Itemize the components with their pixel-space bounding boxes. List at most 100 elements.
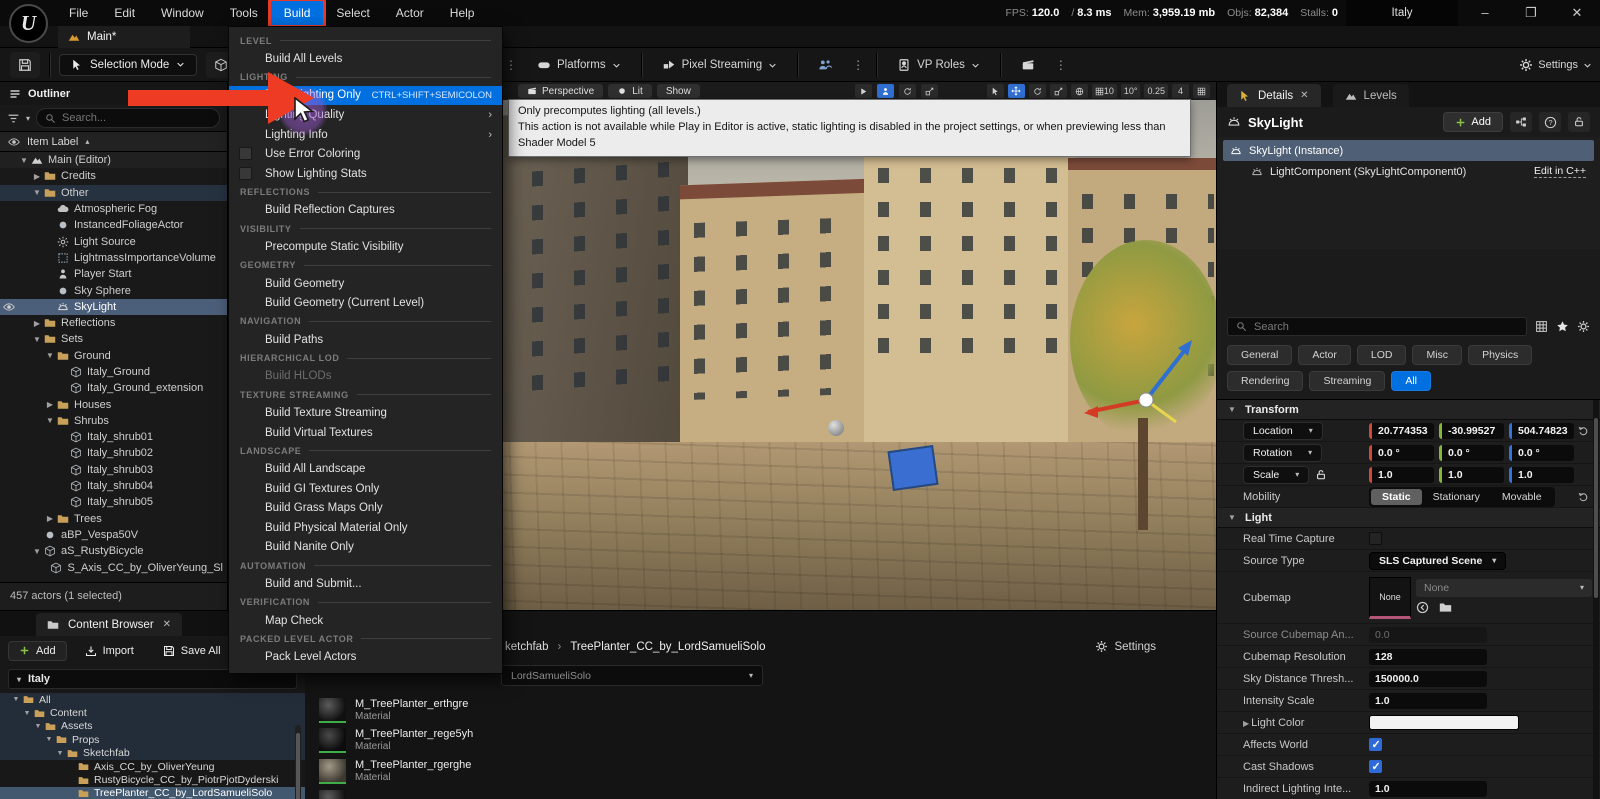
maximize-button[interactable]: ❐ — [1508, 0, 1554, 26]
outliner-row-lightmassimportancevolume[interactable]: LightmassImportanceVolume — [0, 250, 227, 266]
expander-icon[interactable]: ▼ — [10, 696, 22, 703]
selection-mode-dropdown[interactable]: Selection Mode — [59, 54, 197, 76]
menu-item-build-virtual-textures[interactable]: Build Virtual Textures — [229, 423, 502, 443]
axis-input[interactable]: 0.0 ° — [1439, 445, 1504, 461]
menu-item-build-reflection-captures[interactable]: Build Reflection Captures — [229, 201, 502, 221]
menu-item-build-and-submit-[interactable]: Build and Submit... — [229, 574, 502, 594]
outliner-row-main-editor-[interactable]: ▼Main (Editor) — [0, 152, 227, 168]
outliner-column-header[interactable]: Item Label ▴ — [0, 131, 227, 152]
asset-row-m_treeplanter_rgerghe[interactable]: M_TreePlanter_rgergheMaterial — [319, 756, 1216, 787]
source-type-dropdown[interactable]: SLS Captured Scene▾ — [1369, 552, 1506, 570]
outliner-row-credits[interactable]: ▶Credits — [0, 168, 227, 184]
number-input[interactable]: 150000.0 — [1369, 671, 1487, 687]
vp-roles-dropdown[interactable]: VP Roles — [889, 54, 988, 76]
import-button[interactable]: Import — [74, 641, 145, 661]
component-row-skylight-instance[interactable]: SkyLight (Instance) — [1223, 140, 1594, 161]
expander-icon[interactable]: ▶ — [31, 172, 43, 181]
outliner-row-italy-shrub01[interactable]: Italy_shrub01 — [0, 429, 227, 445]
outliner-row-trees[interactable]: ▶Trees — [0, 511, 227, 527]
outliner-search-input[interactable]: Search... — [36, 108, 220, 128]
outliner-row-italy-ground[interactable]: Italy_Ground — [0, 364, 227, 380]
rotate-tool-button[interactable] — [1029, 84, 1046, 98]
filter-chip-streaming[interactable]: Streaming — [1309, 371, 1385, 391]
save-button[interactable] — [10, 52, 40, 78]
kebab-icon[interactable]: ⋮ — [505, 60, 517, 70]
scrollbar[interactable] — [1593, 400, 1599, 799]
filter-chip-all[interactable]: All — [1391, 371, 1431, 391]
axis-input[interactable]: 20.774353 — [1369, 423, 1434, 439]
edit-in-cpp-link[interactable]: Edit in C++ — [1534, 165, 1586, 178]
scrollbar[interactable] — [295, 725, 301, 799]
outliner-row-sky-sphere[interactable]: Sky Sphere — [0, 282, 227, 298]
transform-gizmo[interactable] — [1084, 338, 1216, 438]
filter-chip-rendering[interactable]: Rendering — [1227, 371, 1303, 391]
menu-item-edit[interactable]: Edit — [101, 1, 148, 25]
grid-snap-button[interactable]: 10 — [1092, 84, 1117, 98]
asset-row-m_treeplanter_erthgre[interactable]: M_TreePlanter_erthgreMaterial — [319, 695, 1216, 726]
light-color-swatch[interactable] — [1369, 715, 1519, 730]
axis-input[interactable]: 0.0 ° — [1369, 445, 1434, 461]
menu-item-map-check[interactable]: Map Check — [229, 611, 502, 631]
revert-button[interactable] — [1574, 491, 1592, 502]
checkbox[interactable] — [1369, 532, 1382, 545]
expander-icon[interactable]: ▼ — [31, 547, 43, 556]
outliner-row-player-start[interactable]: Player Start — [0, 266, 227, 282]
menu-item-build-nanite-only[interactable]: Build Nanite Only — [229, 538, 502, 558]
maximize-viewport-button[interactable] — [1193, 84, 1210, 98]
asset-row-m_treeplanter_rege5yh[interactable]: M_TreePlanter_rege5yhMaterial — [319, 726, 1216, 757]
source-tree-row-treeplanter-cc-by-lordsamuelisolo[interactable]: TreePlanter_CC_by_LordSamueliSolo — [0, 787, 305, 799]
number-input[interactable]: 128 — [1369, 649, 1487, 665]
tab-details[interactable]: Details ✕ — [1227, 84, 1321, 107]
checkbox[interactable] — [239, 167, 252, 180]
outliner-row-italy-shrub03[interactable]: Italy_shrub03 — [0, 462, 227, 478]
source-tree-row-content[interactable]: ▼Content — [0, 706, 305, 719]
number-input[interactable]: 1.0 — [1369, 693, 1487, 709]
expander-icon[interactable]: ▼ — [31, 335, 43, 344]
axis-input[interactable]: -30.99527 — [1439, 423, 1504, 439]
expander-icon[interactable]: ▼ — [44, 416, 56, 425]
outliner-row-italy-shrub02[interactable]: Italy_shrub02 — [0, 445, 227, 461]
menu-item-build-all-landscape[interactable]: Build All Landscape — [229, 459, 502, 479]
menu-item-use-error-coloring[interactable]: Use Error Coloring — [229, 144, 502, 164]
move-tool-button[interactable] — [1008, 84, 1025, 98]
outliner-row-skylight[interactable]: SkyLight — [0, 299, 227, 315]
filter-chip-general[interactable]: General — [1227, 345, 1292, 365]
show-dropdown[interactable]: Show — [657, 84, 700, 98]
breadcrumb-current[interactable]: TreePlanter_CC_by_LordSamueliSolo — [570, 641, 765, 653]
expander-icon[interactable]: ▼ — [31, 188, 43, 197]
content-browser-tab[interactable]: Content Browser ✕ — [36, 613, 182, 636]
checkbox[interactable] — [1369, 738, 1382, 751]
menu-item-pack-level-actors[interactable]: Pack Level Actors — [229, 647, 502, 667]
select-tool-button[interactable] — [987, 84, 1004, 98]
outliner-row-italy-shrub04[interactable]: Italy_shrub04 — [0, 478, 227, 494]
menu-item-file[interactable]: File — [56, 1, 101, 25]
source-tree-row-rustybicycle-cc-by-piotrpjotdyderski[interactable]: RustyBicycle_CC_by_PiotrPjotDyderski — [0, 773, 305, 786]
menu-item-build-geometry-current-level-[interactable]: Build Geometry (Current Level) — [229, 293, 502, 313]
play-button[interactable] — [855, 84, 872, 98]
multi-user-button[interactable] — [810, 54, 840, 76]
menu-item-build[interactable]: Build — [271, 1, 324, 25]
expander-icon[interactable]: ▼ — [32, 723, 44, 730]
menu-item-tools[interactable]: Tools — [217, 1, 271, 25]
component-row-lightcomponent[interactable]: LightComponent (SkyLightComponent0) Edit… — [1223, 161, 1594, 182]
chevron-down-icon[interactable]: ▾ — [26, 114, 30, 123]
outliner-row-abp-vespa50v[interactable]: aBP_Vespa50V — [0, 527, 227, 543]
outliner-row-shrubs[interactable]: ▼Shrubs — [0, 413, 227, 429]
outliner-row-italy-shrub05[interactable]: Italy_shrub05 — [0, 494, 227, 510]
add-button[interactable]: Add — [8, 641, 67, 661]
menu-item-help[interactable]: Help — [437, 1, 488, 25]
outliner-row-light-source[interactable]: Light Source — [0, 233, 227, 249]
source-tree-row-all[interactable]: ▼All — [0, 693, 305, 706]
perspective-dropdown[interactable]: Perspective — [518, 84, 603, 98]
add-component-button[interactable]: Add — [1443, 112, 1503, 132]
breadcrumb-folder[interactable]: ketchfab — [505, 641, 548, 653]
filter-chip-lod[interactable]: LOD — [1357, 345, 1407, 365]
source-tree-row-props[interactable]: ▼Props — [0, 733, 305, 746]
menu-item-build-all-levels[interactable]: Build All Levels — [229, 49, 502, 69]
close-tab-icon[interactable]: ✕ — [1300, 90, 1308, 101]
filter-chip-actor[interactable]: Actor — [1298, 345, 1351, 365]
checkbox[interactable] — [239, 147, 252, 160]
menu-item-actor[interactable]: Actor — [383, 1, 437, 25]
section-header-light[interactable]: ▼Light — [1217, 508, 1600, 528]
expander-icon[interactable]: ▼ — [21, 710, 33, 717]
